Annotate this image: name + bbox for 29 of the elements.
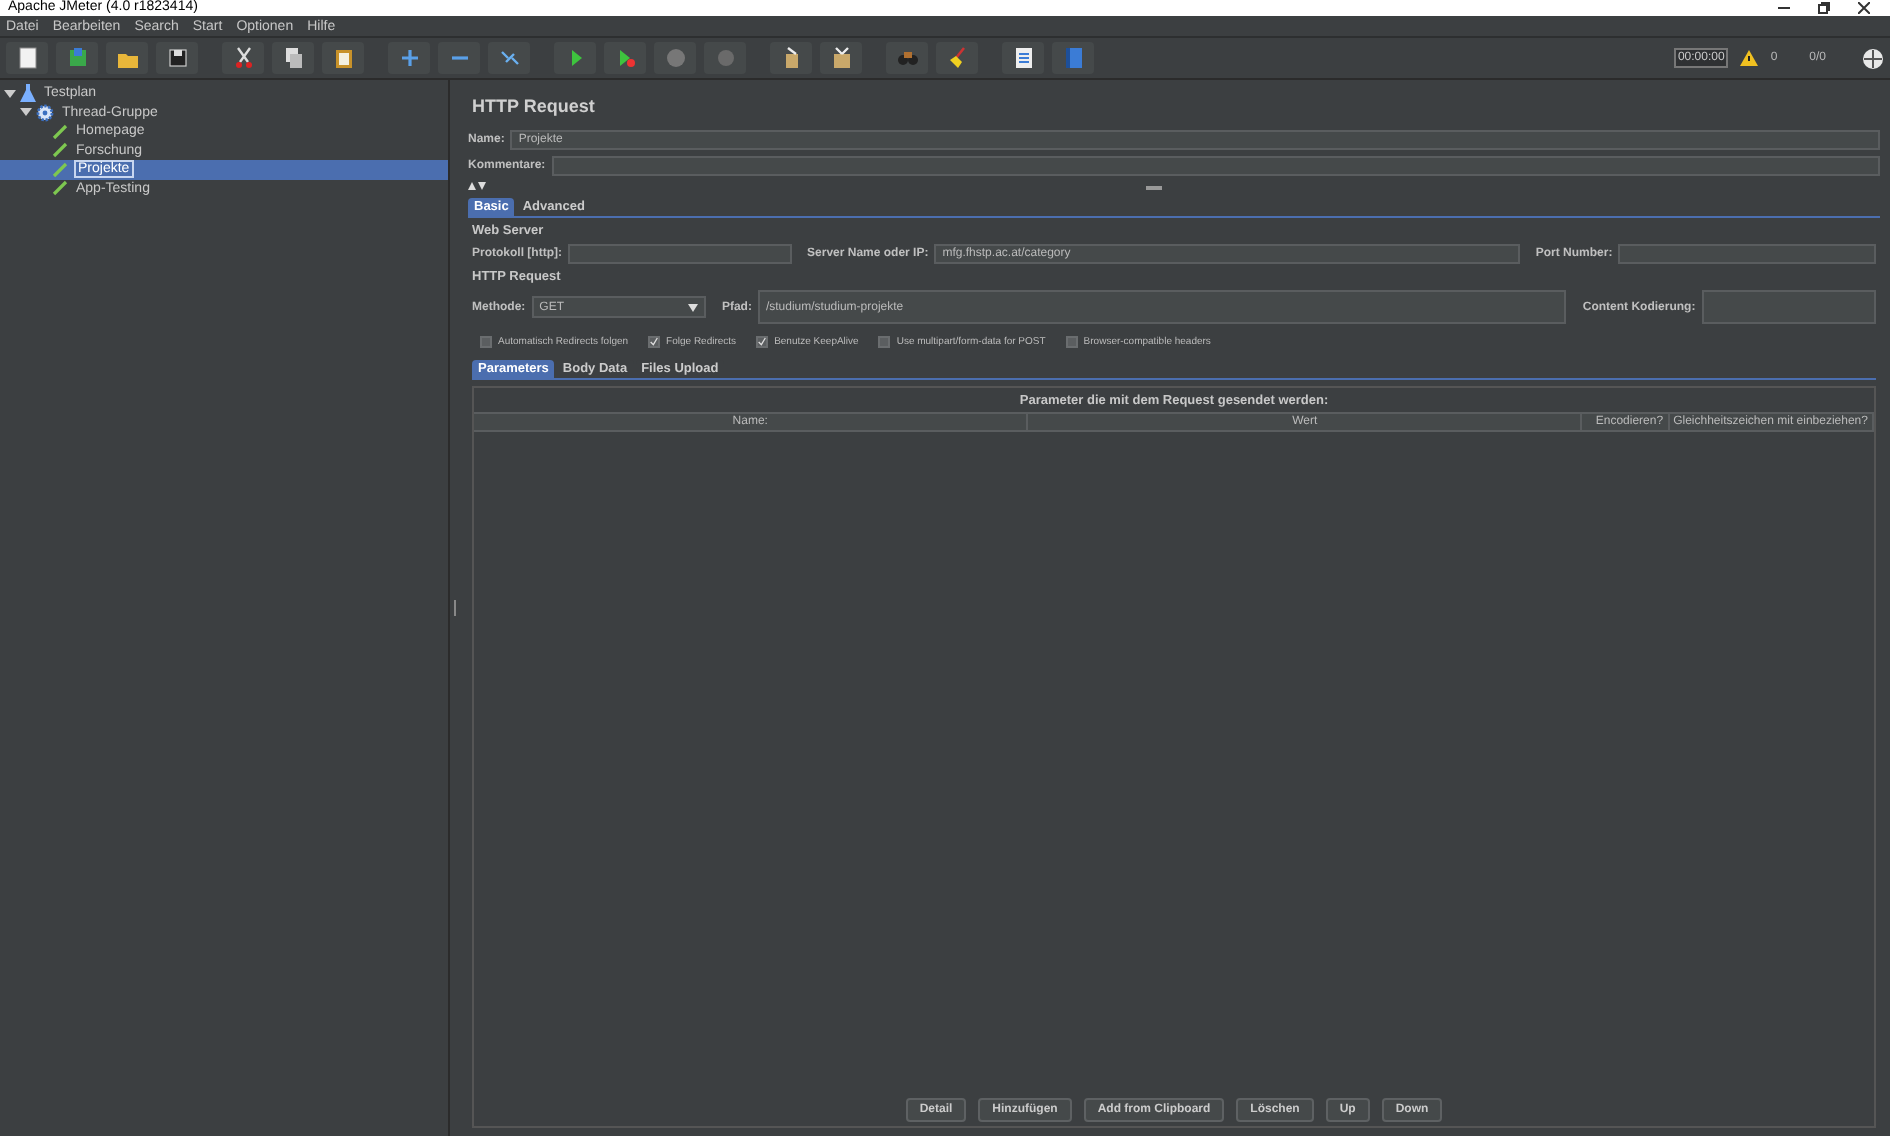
new-file-icon[interactable] — [15, 46, 39, 70]
copy-icon[interactable] — [281, 46, 305, 70]
encoding-field[interactable] — [1701, 290, 1876, 324]
expand-arrow-icon[interactable] — [20, 106, 32, 119]
clear-all-icon[interactable] — [829, 46, 853, 70]
binoculars-icon[interactable] — [895, 46, 919, 70]
broom-icon[interactable] — [945, 46, 969, 70]
caret-icon — [687, 303, 698, 311]
flask-icon — [20, 84, 36, 103]
close-icon[interactable] — [1858, 2, 1870, 14]
paste-icon[interactable] — [331, 46, 355, 70]
restore-icon[interactable] — [1818, 2, 1830, 14]
gear-icon — [36, 103, 54, 122]
panel-title: HTTP Request — [470, 94, 597, 120]
splitter-handle[interactable] — [454, 600, 456, 616]
comment-field[interactable] — [551, 156, 1880, 176]
templates-icon[interactable] — [65, 46, 89, 70]
port-field[interactable] — [1618, 244, 1876, 264]
list-icon[interactable] — [1011, 46, 1035, 70]
warning-icon[interactable] — [1740, 50, 1759, 66]
save-icon[interactable] — [165, 46, 189, 70]
protocol-field[interactable] — [568, 244, 792, 264]
checkmark-icon — [650, 336, 659, 348]
cut-icon[interactable] — [231, 46, 255, 70]
minimize-icon[interactable] — [1778, 2, 1790, 14]
expand-arrow-icon[interactable] — [4, 87, 16, 100]
checkmark-icon — [758, 336, 767, 348]
plus-icon[interactable] — [397, 46, 421, 70]
collapse-arrows-icon[interactable] — [468, 182, 488, 192]
